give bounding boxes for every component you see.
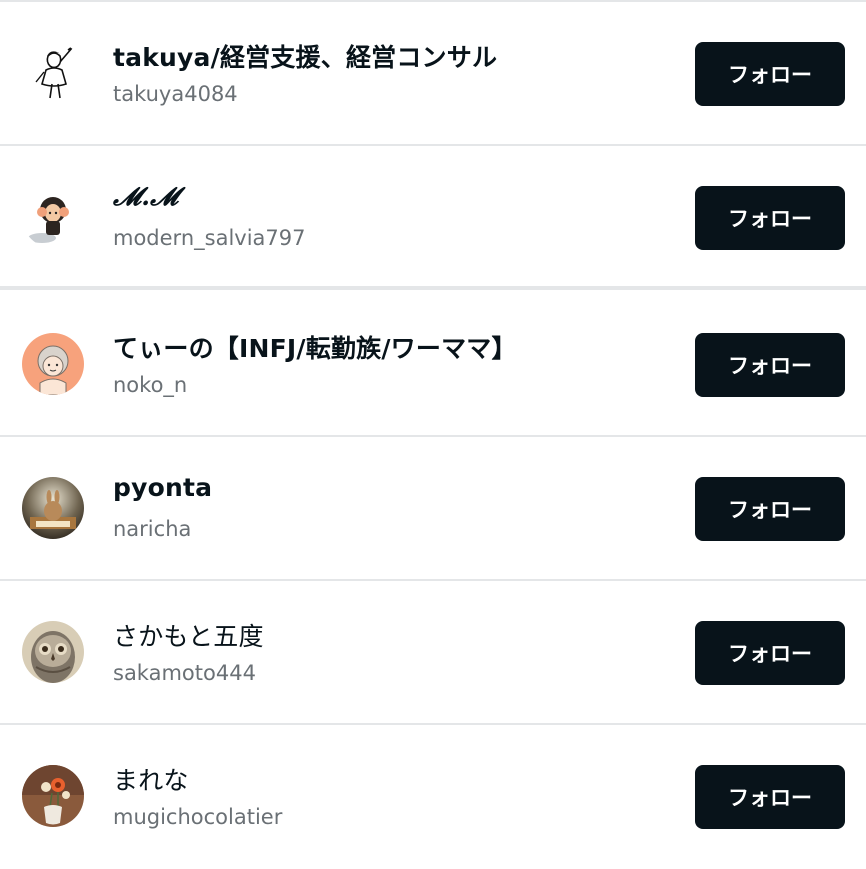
user-handle: sakamoto444 [113, 661, 256, 685]
follow-button[interactable]: フォロー [695, 765, 845, 829]
sketch-man-icon[interactable] [22, 42, 84, 104]
user-handle: modern_salvia797 [113, 226, 306, 250]
grandma-illustration-icon[interactable] [22, 333, 84, 395]
user-row-mm[interactable]: 𝓜.𝓜 modern_salvia797 フォロー [0, 146, 866, 290]
user-handle: takuya4084 [113, 82, 238, 106]
owl-photo-icon[interactable] [22, 621, 84, 683]
follow-button[interactable]: フォロー [695, 477, 845, 541]
flower-vase-photo-icon[interactable] [22, 765, 84, 827]
user-row-tino[interactable]: てぃーの【INFJ/転勤族/ワーママ】 noko_n フォロー [0, 293, 866, 437]
user-handle: noko_n [113, 373, 188, 397]
follow-button[interactable]: フォロー [695, 186, 845, 250]
user-display-name[interactable]: まれな [113, 761, 189, 797]
user-row-pyonta[interactable]: pyonta naricha フォロー [0, 437, 866, 581]
follow-button[interactable]: フォロー [695, 42, 845, 106]
user-row-marena[interactable]: まれな mugichocolatier フォロー [0, 725, 866, 869]
user-display-name[interactable]: さかもと五度 [113, 617, 264, 653]
user-display-name[interactable]: てぃーの【INFJ/転勤族/ワーママ】 [113, 329, 517, 365]
girl-illustration-icon[interactable] [22, 186, 84, 248]
user-display-name[interactable]: pyonta [113, 473, 212, 502]
user-row-sakamoto[interactable]: さかもと五度 sakamoto444 フォロー [0, 581, 866, 725]
user-display-name[interactable]: takuya/経営支援、経営コンサル [113, 38, 497, 74]
user-handle: mugichocolatier [113, 805, 283, 829]
user-row-takuya[interactable]: takuya/経営支援、経営コンサル takuya4084 フォロー [0, 2, 866, 146]
follow-button[interactable]: フォロー [695, 333, 845, 397]
user-display-name[interactable]: 𝓜.𝓜 [113, 182, 178, 212]
follow-user-list: takuya/経営支援、経営コンサル takuya4084 フォロー 𝓜.𝓜 m… [0, 0, 866, 866]
follow-button[interactable]: フォロー [695, 621, 845, 685]
rabbit-book-photo-icon[interactable] [22, 477, 84, 539]
user-handle: naricha [113, 517, 192, 541]
